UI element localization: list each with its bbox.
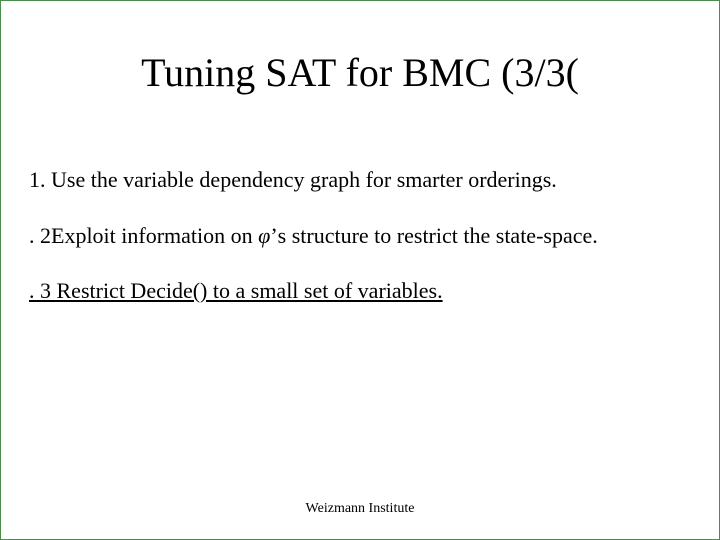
bullet-3: . 3 Restrict Decide() to a small set of …	[29, 277, 443, 305]
phi-symbol: φ	[258, 223, 270, 248]
bullet-2-prefix: . 2Exploit information on	[29, 223, 258, 248]
slide-title: Tuning SAT for BMC (3/3(	[1, 49, 719, 96]
bullet-2-suffix: ’s structure to restrict the state-space…	[270, 223, 597, 248]
bullet-3-wrapper: . 3 Restrict Decide() to a small set of …	[29, 277, 699, 305]
bullet-1: 1. Use the variable dependency graph for…	[29, 166, 699, 194]
slide-body: 1. Use the variable dependency graph for…	[1, 166, 719, 305]
bullet-2: . 2Exploit information on φ’s structure …	[29, 222, 699, 250]
slide: Tuning SAT for BMC (3/3( 1. Use the vari…	[0, 0, 720, 540]
footer: Weizmann Institute	[1, 501, 719, 517]
